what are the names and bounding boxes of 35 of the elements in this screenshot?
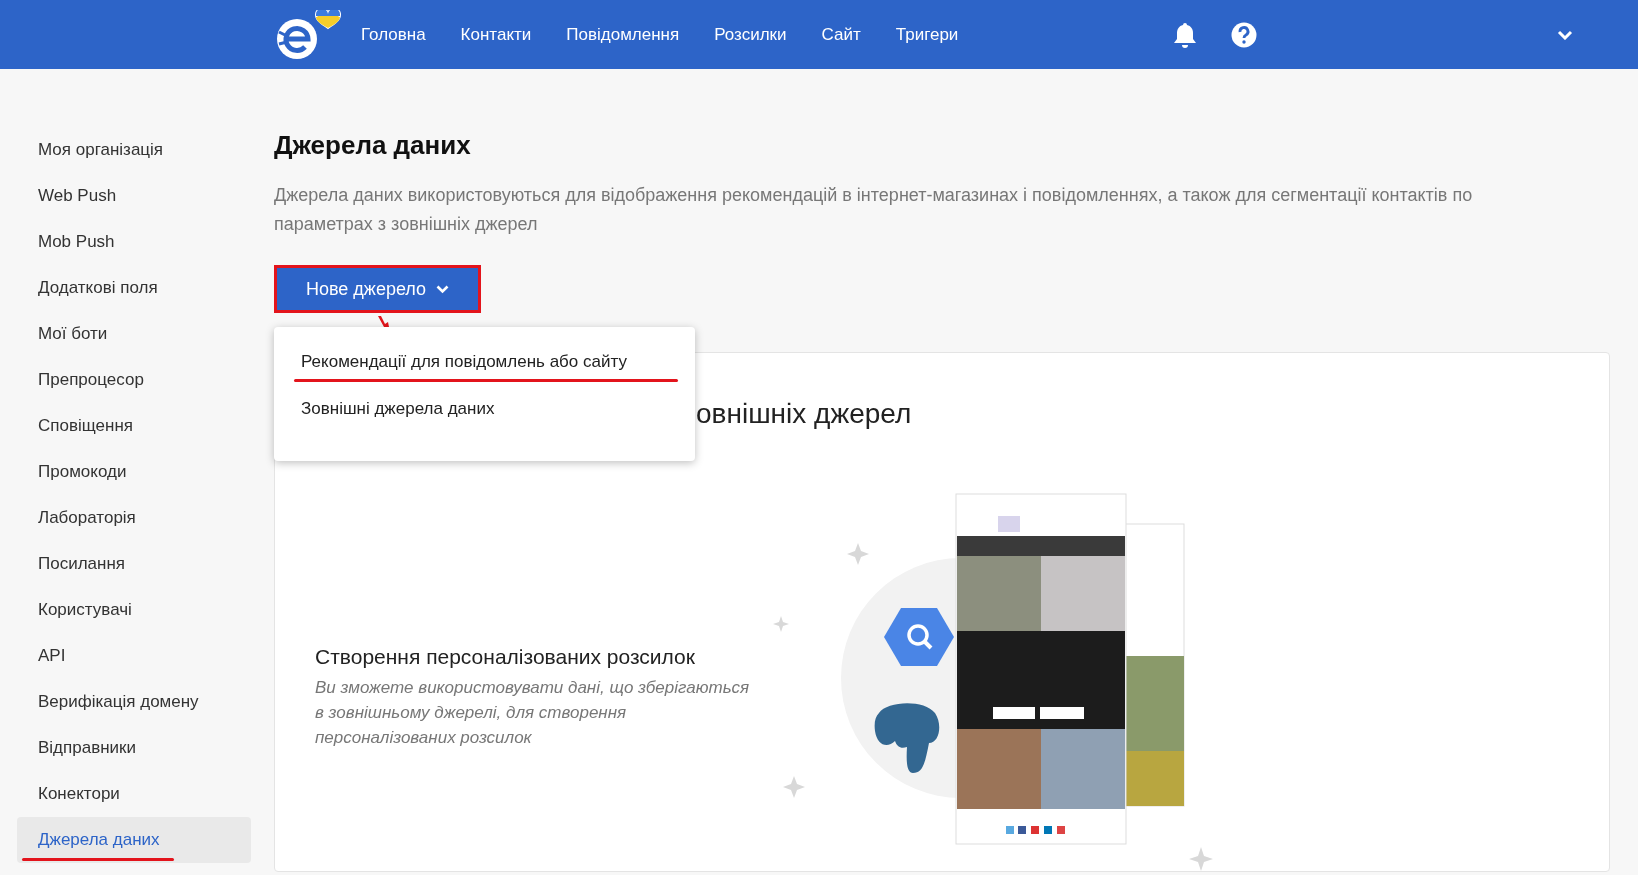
- sidebar-item[interactable]: Посилання: [17, 541, 251, 587]
- help-icon[interactable]: [1231, 21, 1257, 48]
- card-heading: овнішніх джерел: [696, 397, 913, 431]
- new-source-button[interactable]: Нове джерело: [274, 265, 481, 313]
- sidebar-item[interactable]: Конектори: [17, 771, 251, 817]
- chevron-down-icon: [436, 284, 450, 294]
- page-title: Джерела даних: [274, 129, 472, 161]
- nav-link[interactable]: Контакти: [460, 24, 532, 45]
- sidebar-item[interactable]: Відправники: [17, 725, 251, 771]
- sidebar-item[interactable]: Лабораторія: [17, 495, 251, 541]
- nav-link[interactable]: Головна: [361, 24, 426, 45]
- sidebar-item[interactable]: Верифікація домену: [17, 679, 251, 725]
- sidebar-item[interactable]: Додаткові поля: [17, 265, 251, 311]
- page-description: Джерела даних використовуються для відображення рекомендацій в інтернет-магазинах і повідомленнях, а також для сегментації контактів по параметрах з зовнішніх джерел: [274, 184, 1474, 236]
- dropdown-item[interactable]: Рекомендації для повідомлень або сайту: [274, 351, 695, 398]
- nav-link[interactable]: Повідомлення: [566, 24, 680, 45]
- sidebar-item[interactable]: Моя організація: [17, 127, 251, 173]
- nav-link[interactable]: Сайт: [821, 24, 861, 45]
- feature-text: Ви зможете використовувати дані, що зберігаються в зовнішньому джерелі, для створення персоналізованих розсилок: [315, 677, 751, 749]
- chevron-down-icon[interactable]: [1557, 29, 1573, 40]
- sidebar-item[interactable]: Mob Push: [17, 219, 251, 265]
- sidebar-item[interactable]: Промокоди: [17, 449, 251, 495]
- sidebar-item[interactable]: Користувачі: [17, 587, 251, 633]
- feature-title: Створення персоналізованих розсилок: [315, 644, 696, 670]
- nav-link[interactable]: Тригери: [895, 24, 959, 45]
- sidebar-item[interactable]: API: [17, 633, 251, 679]
- dropdown-item[interactable]: Зовнішні джерела даних: [274, 398, 695, 445]
- sidebar-item[interactable]: Web Push: [17, 173, 251, 219]
- sidebar-item[interactable]: Мої боти: [17, 311, 251, 357]
- logo-icon[interactable]: [275, 9, 341, 60]
- nav-link[interactable]: Розсилки: [714, 24, 787, 45]
- sidebar-item[interactable]: Препроцесор: [17, 357, 251, 403]
- sidebar-item[interactable]: Сповіщення: [17, 403, 251, 449]
- sidebar-item[interactable]: Джерела даних: [17, 817, 251, 863]
- bell-icon[interactable]: [1173, 21, 1197, 48]
